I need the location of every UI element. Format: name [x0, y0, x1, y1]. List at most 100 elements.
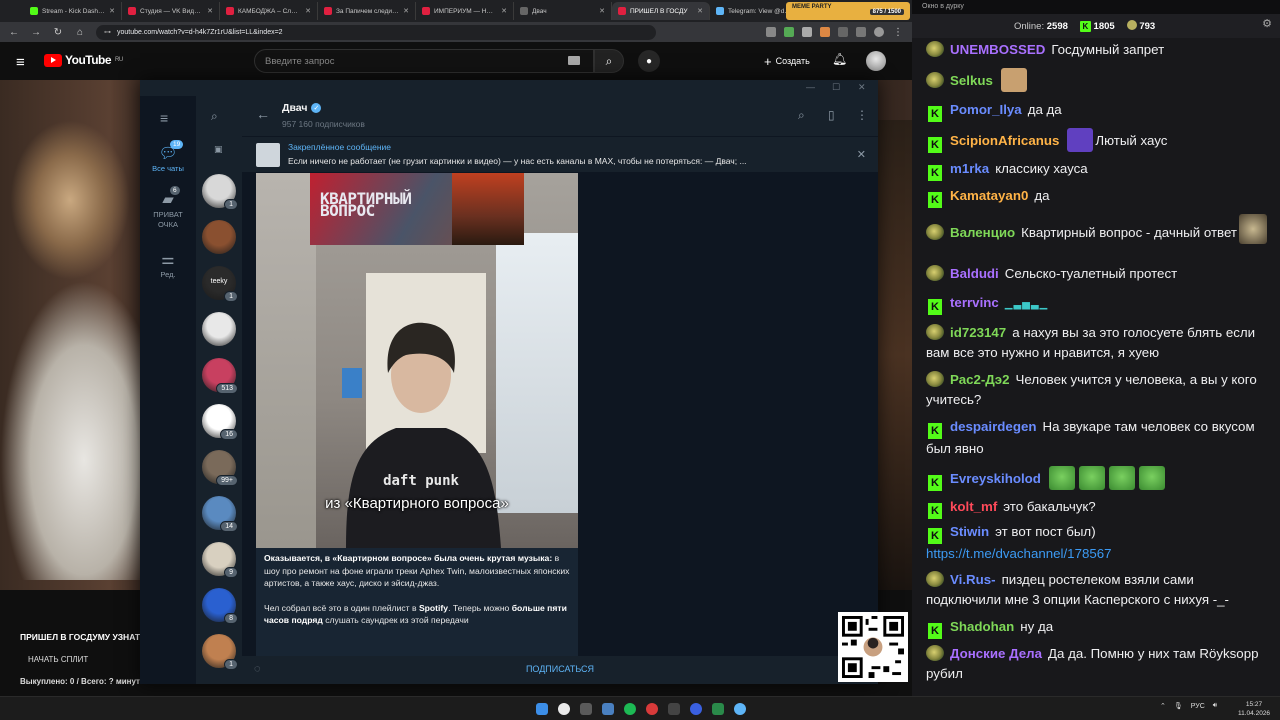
chevron-up-icon[interactable]: ⌃	[1160, 702, 1166, 710]
language-indicator[interactable]: РУС	[1191, 703, 1205, 710]
spotify-icon[interactable]	[624, 703, 636, 715]
chat-avatar[interactable]: 99+	[202, 450, 238, 486]
chat-username[interactable]: Донские Дела	[950, 646, 1042, 661]
browser-tab[interactable]: КАМБОДЖА – Сложная ✕	[220, 2, 318, 20]
search-input[interactable]: Введите запрос	[254, 49, 594, 73]
create-button[interactable]: + Создать	[756, 51, 818, 71]
archive-icon[interactable]: ▣	[214, 144, 223, 155]
search-button[interactable]: ⌕	[594, 49, 624, 73]
folder-edit[interactable]: ⚌ Ред.	[140, 250, 196, 279]
chat-username[interactable]: Stiwin	[950, 524, 989, 539]
more-icon[interactable]: ⋮	[856, 108, 868, 122]
chat-avatar[interactable]: 8	[202, 588, 238, 624]
close-icon[interactable]: ✕	[599, 7, 605, 15]
extension-icon[interactable]	[802, 27, 812, 37]
extension-icon[interactable]	[820, 27, 830, 37]
pinned-message[interactable]: Закреплённое сообщение Если ничего не ра…	[242, 136, 878, 172]
close-icon[interactable]: ✕	[305, 7, 311, 15]
chat-username[interactable]: Рас2-Дэ2	[950, 372, 1010, 387]
browser-tab[interactable]: ИМПЕРИУМ — НЕ РО ✕	[416, 2, 514, 20]
download-icon[interactable]	[856, 27, 866, 37]
browser-tab[interactable]: Двач ✕	[514, 2, 612, 20]
back-arrow-icon[interactable]: ←	[256, 106, 270, 122]
mic-icon[interactable]: ●	[638, 50, 660, 72]
chat-username[interactable]: terrvinc	[950, 295, 999, 310]
chat-username[interactable]: despairdegen	[950, 419, 1036, 434]
windows-start-icon[interactable]	[536, 703, 548, 715]
folder-all-chats[interactable]: 💬︎ 19 Все чаты	[140, 140, 196, 173]
explorer-icon[interactable]	[580, 703, 592, 715]
telegram-icon[interactable]	[734, 703, 746, 715]
youtube-logo[interactable]: YouTube RU	[44, 53, 123, 67]
search-icon[interactable]: ⌕	[211, 109, 218, 124]
close-icon[interactable]: ✕	[697, 7, 703, 15]
chat-username[interactable]: Kamatayan0	[950, 188, 1028, 203]
home-icon[interactable]: ⌂	[74, 27, 86, 38]
extension-icon[interactable]	[838, 27, 848, 37]
chat-avatar[interactable]: 1	[202, 174, 238, 210]
close-icon[interactable]: ✕	[857, 148, 866, 161]
url-field[interactable]: ⊶ youtube.com/watch?v=d-h4k7Zr1rU&list=L…	[96, 24, 656, 40]
maximize-icon[interactable]: ☐	[832, 82, 840, 93]
channel-title[interactable]: Двач ✓	[282, 102, 322, 114]
chat-avatar[interactable]: 1	[202, 634, 238, 670]
chat-link[interactable]: https://t.me/dvachannel/178567	[926, 546, 1112, 561]
menu-icon[interactable]: ≡	[160, 110, 168, 126]
browser-tab[interactable]: ПРИШЕЛ В ГОСДУ ✕	[612, 2, 710, 20]
forward-icon[interactable]: →	[30, 27, 42, 38]
chat-username[interactable]: m1rka	[950, 161, 989, 176]
steam-icon[interactable]	[602, 703, 614, 715]
chrome-icon[interactable]	[558, 703, 570, 715]
back-icon[interactable]: ←	[8, 27, 20, 38]
extension-icon[interactable]	[766, 27, 776, 37]
chat-username[interactable]: Baldudi	[950, 266, 999, 281]
site-info-icon[interactable]: ⊶	[104, 28, 111, 36]
chat-username[interactable]: ScipionAfricanus	[950, 133, 1059, 148]
gear-icon[interactable]: ⚙	[1262, 17, 1272, 30]
sidebar-toggle-icon[interactable]: ▯	[828, 108, 835, 122]
chat-avatar[interactable]: teeky 1	[202, 266, 238, 302]
extension-icon[interactable]	[784, 27, 794, 37]
app-icon[interactable]	[690, 703, 702, 715]
post-video[interactable]: КВАРТИРНЫЙ ВОПРОС daft punk из «Квартирн…	[256, 173, 578, 548]
chat-username[interactable]: Shadohan	[950, 619, 1014, 634]
app-icon[interactable]	[712, 703, 724, 715]
volume-icon[interactable]: 🔊︎	[1213, 702, 1217, 710]
close-icon[interactable]: ✕	[109, 7, 115, 15]
close-icon[interactable]: ✕	[207, 7, 213, 15]
profile-icon[interactable]	[874, 27, 884, 37]
chat-username[interactable]: Vi.Rus-	[950, 572, 996, 587]
chat-avatar[interactable]	[202, 220, 236, 254]
close-icon[interactable]: ✕	[858, 82, 866, 93]
clock[interactable]: 15:27 11.04.2026	[1238, 700, 1270, 718]
minimize-icon[interactable]: —	[806, 82, 815, 92]
chat-username[interactable]: Валенцио	[950, 225, 1015, 240]
search-icon[interactable]: ⌕	[798, 108, 805, 123]
chat-avatar[interactable]: 16	[202, 404, 238, 440]
chat-username[interactable]: id723147	[950, 325, 1006, 340]
chat-username[interactable]: Evreyskiholod	[950, 471, 1041, 486]
menu-icon[interactable]: ⋮	[892, 27, 904, 38]
close-icon[interactable]: ✕	[403, 7, 409, 15]
chat-username[interactable]: Pomor_Ilya	[950, 102, 1022, 117]
browser-tab[interactable]: Stream - Kick Dashboard✕	[24, 2, 122, 20]
browser-tab[interactable]: Студия — VK Видео | Live ✕	[122, 2, 220, 20]
chat-avatar[interactable]	[202, 312, 236, 346]
app-icon[interactable]	[668, 703, 680, 715]
chat-username[interactable]: UNEMBOSSED	[950, 42, 1045, 57]
chat-avatar[interactable]: 9	[202, 542, 238, 578]
chat-username[interactable]: kolt_mf	[950, 499, 997, 514]
folder-private[interactable]: ▰ 6 ПРИВАТ ОЧКА	[140, 186, 196, 230]
close-icon[interactable]: ✕	[501, 7, 507, 15]
chat-username[interactable]: Selkus	[950, 73, 993, 88]
chat-avatar[interactable]: 14	[202, 496, 238, 532]
reload-icon[interactable]: ↻	[52, 27, 64, 38]
app-icon[interactable]	[646, 703, 658, 715]
mic-icon[interactable]: 🎙︎	[1174, 702, 1183, 710]
hamburger-icon[interactable]: ≡	[16, 54, 25, 71]
browser-tab[interactable]: За Папичем следит в д ✕	[318, 2, 416, 20]
chat-avatar[interactable]: 513	[202, 358, 238, 394]
avatar[interactable]	[866, 51, 886, 71]
notifications-icon[interactable]: 🔔︎	[832, 52, 847, 66]
start-split-button[interactable]: НАЧАТЬ СПЛИТ	[28, 655, 88, 664]
